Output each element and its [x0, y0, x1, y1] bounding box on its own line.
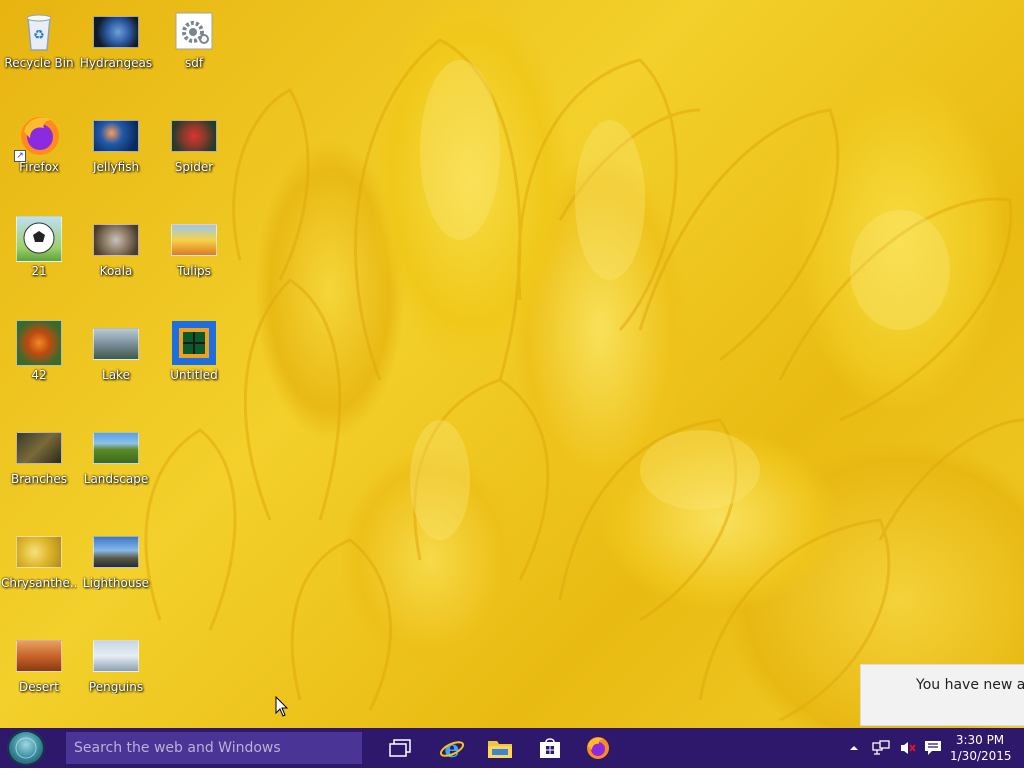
firefox-icon: ↗: [14, 112, 62, 162]
desktop-icon-label: Branches: [11, 472, 67, 486]
image-file-icon: [93, 632, 139, 678]
desktop-icon-21[interactable]: 21: [1, 216, 77, 278]
desktop-icon-untitled[interactable]: Untitled: [156, 320, 232, 382]
chevron-up-icon: [850, 746, 858, 750]
desktop-icon-label: Penguins: [88, 680, 144, 694]
store-icon: [540, 738, 560, 758]
desktop-icon-42[interactable]: 42: [1, 320, 77, 382]
desktop-icon-penguins[interactable]: Penguins: [78, 632, 154, 694]
action-center-icon: [925, 741, 941, 755]
image-file-icon: [93, 528, 139, 574]
soccer-ball-icon: [16, 216, 62, 262]
image-file-icon: [93, 216, 139, 262]
image-file-icon: [171, 112, 217, 158]
desktop-icon-lighthouse[interactable]: Lighthouse: [78, 528, 154, 590]
desktop-icon-label: Lake: [102, 368, 130, 382]
settings-file-icon: [171, 8, 217, 54]
desktop-icon-lake[interactable]: Lake: [78, 320, 154, 382]
taskbar: e: [0, 728, 1024, 768]
desktop-icon-chrysanthemum[interactable]: Chrysanthe...: [1, 528, 77, 590]
start-orb-icon: [15, 737, 37, 759]
volume-tray-button[interactable]: [899, 728, 917, 768]
desktop-icon-recycle-bin[interactable]: ♻ Recycle Bin: [1, 8, 77, 70]
desktop-icon-koala[interactable]: Koala: [78, 216, 154, 278]
desktop-icon-label: 42: [31, 368, 47, 382]
svg-text:e: e: [444, 735, 459, 761]
show-hidden-icons-button[interactable]: [848, 728, 860, 768]
desktop-icon-label: Desert: [19, 680, 59, 694]
clock-time: 3:30 PM: [955, 733, 1005, 747]
file-explorer-icon: [488, 741, 512, 758]
image-file-icon: [93, 112, 139, 158]
image-file-icon: [93, 424, 139, 470]
network-tray-button[interactable]: [872, 728, 890, 768]
task-view-icon: [389, 739, 411, 757]
firefox-taskbar-button[interactable]: [580, 732, 616, 764]
desktop-icon-landscape[interactable]: Landscape: [78, 424, 154, 486]
store-button[interactable]: [532, 732, 568, 764]
image-file-icon: [16, 528, 62, 574]
desktop-icon-firefox[interactable]: ↗ Firefox: [1, 112, 77, 174]
start-button[interactable]: [7, 730, 45, 766]
file-explorer-button[interactable]: [482, 732, 518, 764]
network-icon: [872, 740, 890, 755]
task-view-button[interactable]: [382, 732, 418, 764]
clock-date: 1/30/2015: [950, 749, 1012, 763]
desktop-icon-label: 21: [31, 264, 47, 278]
desktop-icon-label: Spider: [174, 160, 214, 174]
image-file-icon: [93, 8, 139, 54]
desktop-icon-label: Recycle Bin: [4, 56, 74, 70]
desktop-icon-sdf[interactable]: sdf: [156, 8, 232, 70]
search-box[interactable]: [66, 732, 362, 764]
desktop-icon-label: Hydrangeas: [79, 56, 153, 70]
notification-text: You have new ap: [916, 677, 1024, 693]
action-center-button[interactable]: [924, 728, 942, 768]
image-file-icon: [16, 632, 62, 678]
volume-muted-icon: [901, 742, 916, 754]
image-file-icon: [93, 320, 139, 366]
desktop-icon-label: Untitled: [170, 368, 218, 382]
recycle-bin-icon: ♻: [16, 8, 62, 54]
desktop-icon-label: sdf: [184, 56, 204, 70]
internet-explorer-button[interactable]: e: [434, 732, 470, 764]
desktop-icon-desert[interactable]: Desert: [1, 632, 77, 694]
desktop-icon-jellyfish[interactable]: Jellyfish: [78, 112, 154, 174]
desktop-icon-label: Koala: [99, 264, 133, 278]
mouse-cursor-icon: [275, 695, 289, 722]
firefox-icon: [587, 737, 609, 759]
desktop-icon-label: Jellyfish: [92, 160, 140, 174]
desktop-icon-label: Firefox: [19, 160, 59, 174]
image-file-icon: [16, 424, 62, 470]
desktop-icon-hydrangeas[interactable]: Hydrangeas: [78, 8, 154, 70]
butterfly-image-icon: [16, 320, 62, 366]
desktop-icon-label: Landscape: [83, 472, 149, 486]
desktop-icon-tulips[interactable]: Tulips: [156, 216, 232, 278]
svg-text:♻: ♻: [33, 28, 45, 43]
desktop-icon-label: Chrysanthe...: [1, 576, 77, 590]
desktop-icon-branches[interactable]: Branches: [1, 424, 77, 486]
image-file-icon: [171, 216, 217, 262]
desktop-icon-label: Tulips: [177, 264, 211, 278]
internet-explorer-icon: e: [439, 735, 465, 761]
window-app-icon: [171, 320, 217, 366]
search-input[interactable]: [66, 732, 362, 764]
notification-toast[interactable]: You have new ap: [860, 664, 1024, 726]
desktop-icon-spider[interactable]: Spider: [156, 112, 232, 174]
shortcut-arrow-icon: ↗: [14, 150, 26, 162]
system-clock[interactable]: 3:30 PM 1/30/2015: [950, 732, 1012, 764]
desktop-icon-label: Lighthouse: [82, 576, 150, 590]
